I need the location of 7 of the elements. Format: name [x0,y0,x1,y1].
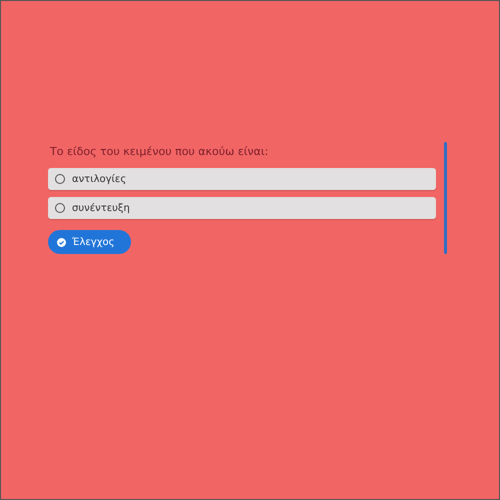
check-button[interactable]: Έλεγχος [48,230,131,254]
question-text: Το είδος του κειμένου που ακούω είναι: [50,144,270,160]
answer-option[interactable]: συνέντευξη [48,197,436,219]
radio-button[interactable] [55,203,65,213]
radio-button[interactable] [55,174,65,184]
check-circle-icon [57,238,66,246]
answer-option[interactable]: αντιλογίες [48,168,436,190]
